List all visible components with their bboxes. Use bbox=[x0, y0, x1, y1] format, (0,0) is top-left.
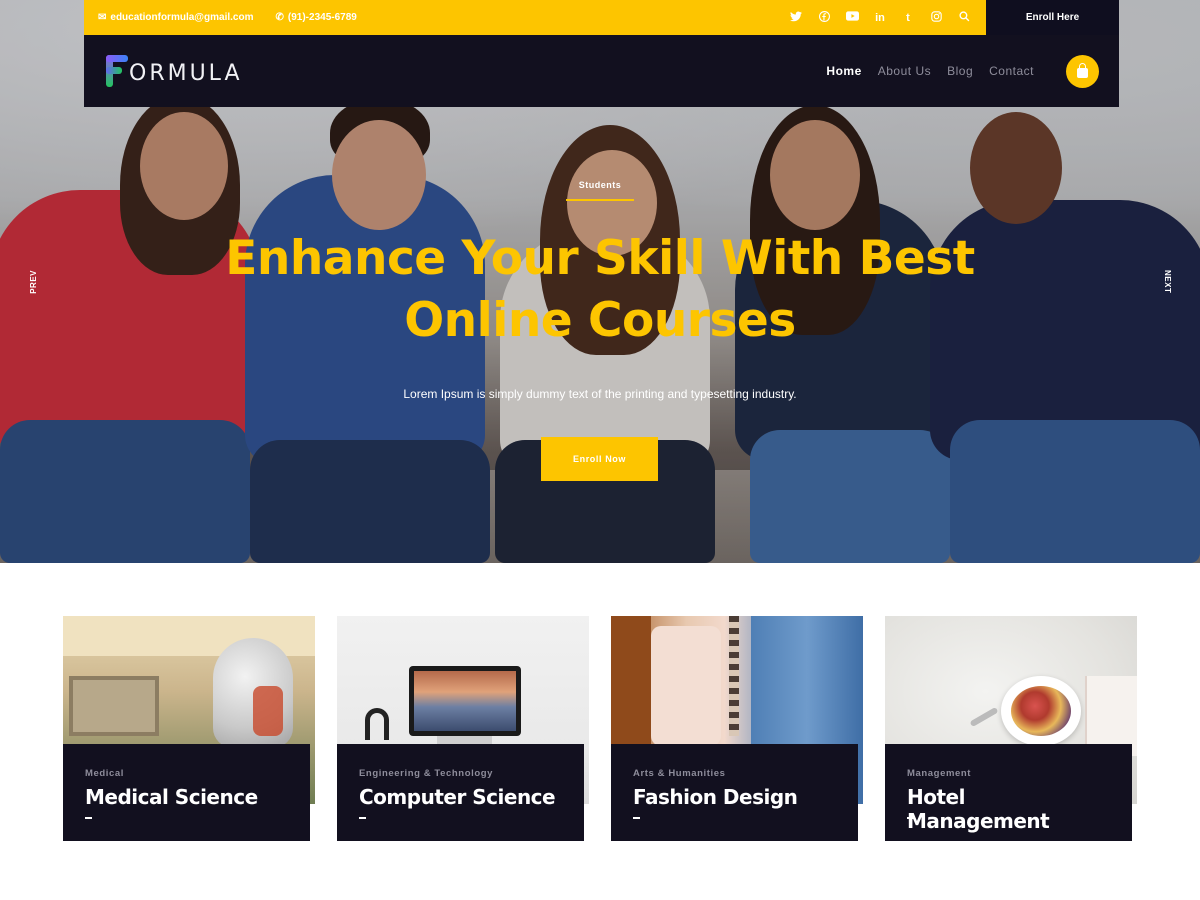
course-category: Medical bbox=[85, 768, 125, 779]
course-panel: Engineering & Technology Computer Scienc… bbox=[337, 744, 584, 841]
logo-f-mark bbox=[106, 55, 128, 87]
enroll-here-button[interactable]: Enroll Here bbox=[986, 0, 1119, 35]
hero-subtext: Lorem Ipsum is simply dummy text of the … bbox=[403, 387, 797, 401]
nav-blog[interactable]: Blog bbox=[947, 64, 973, 78]
hero-headline: Enhance Your Skill With Best Online Cour… bbox=[200, 228, 1000, 352]
nav-home[interactable]: Home bbox=[826, 64, 861, 78]
course-title-dash bbox=[907, 817, 914, 819]
slider-prev-button[interactable]: PREV bbox=[29, 270, 38, 294]
twitter-icon[interactable] bbox=[782, 10, 810, 25]
course-card-medical[interactable]: Medical Medical Science bbox=[63, 616, 315, 841]
course-title[interactable]: Hotel Management bbox=[907, 785, 1110, 833]
course-card-fashion-design[interactable]: Arts & Humanities Fashion Design bbox=[611, 616, 863, 841]
course-category: Management bbox=[907, 768, 972, 779]
nav-about-us[interactable]: About Us bbox=[878, 64, 931, 78]
top-bar: ✉ educationformula@gmail.com ✆ (91)-2345… bbox=[84, 0, 986, 35]
facebook-icon[interactable] bbox=[810, 10, 838, 25]
email-text: educationformula@gmail.com bbox=[110, 12, 254, 23]
hero-headline-line-2: Online Courses bbox=[404, 293, 796, 348]
phone-icon: ✆ bbox=[275, 12, 284, 23]
search-icon[interactable] bbox=[950, 10, 978, 25]
logo-wordmark: ORMULA bbox=[129, 60, 243, 86]
enroll-now-button[interactable]: Enroll Now bbox=[541, 437, 658, 481]
hero-eyebrow: Students bbox=[578, 180, 622, 190]
slider-next-button[interactable]: NEXT bbox=[1163, 270, 1172, 293]
shopping-bag-icon bbox=[1077, 62, 1088, 78]
course-panel: Management Hotel Management bbox=[885, 744, 1132, 841]
course-category: Arts & Humanities bbox=[633, 768, 726, 779]
phone-contact[interactable]: ✆ (91)-2345-6789 bbox=[276, 12, 357, 23]
course-panel: Arts & Humanities Fashion Design bbox=[611, 744, 858, 841]
course-title-dash bbox=[359, 817, 366, 819]
phone-text: (91)-2345-6789 bbox=[287, 12, 357, 23]
site-logo[interactable]: ORMULA bbox=[106, 55, 243, 87]
course-title[interactable]: Medical Science bbox=[85, 785, 288, 809]
course-card-hotel-management[interactable]: Management Hotel Management bbox=[885, 616, 1137, 841]
course-category: Engineering & Technology bbox=[359, 768, 494, 779]
social-links: in t bbox=[782, 10, 986, 25]
email-contact[interactable]: ✉ educationformula@gmail.com bbox=[98, 12, 254, 23]
course-title[interactable]: Computer Science bbox=[359, 785, 562, 809]
course-card-computer-science[interactable]: Engineering & Technology Computer Scienc… bbox=[337, 616, 589, 841]
instagram-icon[interactable] bbox=[922, 10, 950, 25]
primary-nav: Home About Us Blog Contact bbox=[810, 64, 1034, 78]
course-title-dash bbox=[633, 817, 640, 819]
course-panel: Medical Medical Science bbox=[63, 744, 310, 841]
linkedin-icon[interactable]: in bbox=[866, 12, 894, 24]
youtube-icon[interactable] bbox=[838, 11, 866, 24]
nav-contact[interactable]: Contact bbox=[989, 64, 1034, 78]
cart-button[interactable] bbox=[1066, 54, 1099, 88]
envelope-icon: ✉ bbox=[98, 12, 107, 23]
main-navbar: ORMULA Home About Us Blog Contact bbox=[84, 35, 1119, 107]
course-title-dash bbox=[85, 817, 92, 819]
hero-headline-line-1: Enhance Your Skill With Best bbox=[225, 231, 975, 286]
hero-eyebrow-underline bbox=[566, 199, 634, 201]
course-title[interactable]: Fashion Design bbox=[633, 785, 836, 809]
tumblr-icon[interactable]: t bbox=[894, 12, 922, 24]
